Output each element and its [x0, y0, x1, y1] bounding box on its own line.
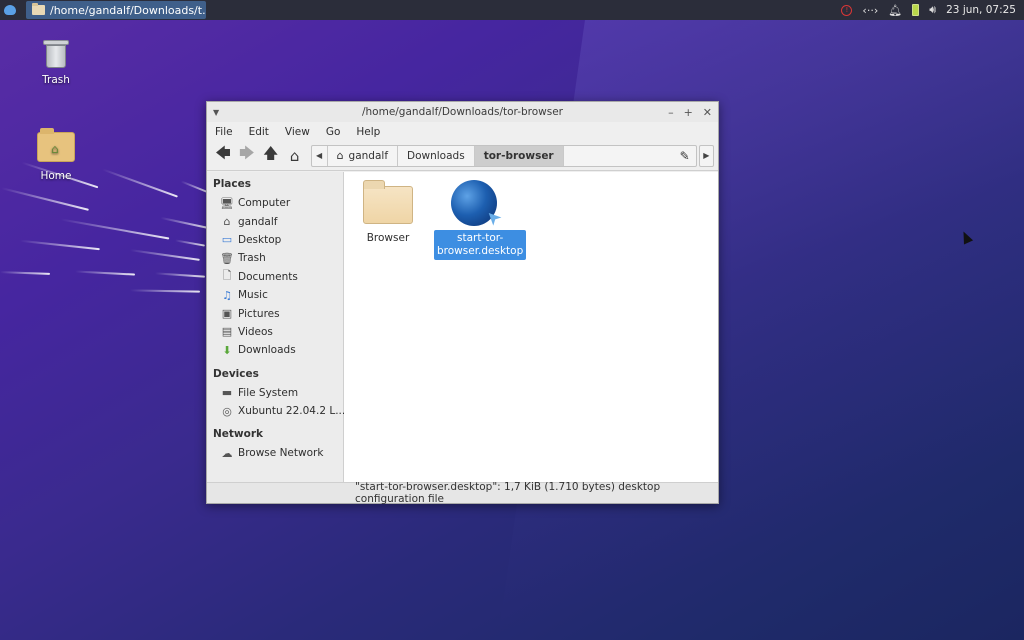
sidebar-item-label: gandalf: [238, 215, 278, 228]
sidebar-item-documents[interactable]: 🗋 Documents: [207, 268, 343, 286]
home-icon: ⌂: [336, 149, 344, 162]
sidebar-item-label: Computer: [238, 197, 291, 210]
sidebar-item-browse-network[interactable]: ☁ Browse Network: [207, 444, 343, 462]
trash-icon: 🗑︎: [220, 251, 234, 265]
file-name: Browser: [366, 232, 410, 244]
sidebar-item-desktop[interactable]: ▭ Desktop: [207, 231, 343, 249]
menu-edit[interactable]: Edit: [249, 126, 269, 138]
sidebar-heading-places: Places: [213, 178, 251, 190]
window-title: /home/gandalf/Downloads/tor-browser: [361, 106, 564, 118]
xfce-mouse-icon: [4, 5, 16, 15]
folder-icon: [363, 180, 413, 224]
window-titlebar[interactable]: ▼ /home/gandalf/Downloads/tor-browser – …: [207, 102, 718, 122]
file-view[interactable]: Browser start-tor- browser.desktop: [344, 172, 718, 484]
notification-bell-icon[interactable]: 🔔︎: [888, 4, 902, 17]
desktop-icon-label: Trash: [42, 74, 70, 86]
forward-arrow-icon[interactable]: 🡆: [235, 144, 259, 168]
music-icon: ♫: [222, 288, 232, 302]
taskbar-window-button[interactable]: /home/gandalf/Downloads/t...: [26, 1, 206, 19]
sidebar-item-pictures[interactable]: ▣ Pictures: [207, 304, 343, 322]
menu-go[interactable]: Go: [326, 126, 341, 138]
taskbar-window-title: /home/gandalf/Downloads/t...: [50, 3, 206, 17]
network-icon: ☁: [221, 446, 233, 460]
edit-location-pencil-icon[interactable]: ✎: [674, 146, 696, 166]
sidebar-item-label: Videos: [238, 325, 273, 338]
menubar: File Edit View Go Help: [207, 122, 718, 141]
top-panel: /home/gandalf/Downloads/t... ! ‹··› 🔔︎ 🔊…: [0, 0, 1024, 20]
computer-icon: 🖥︎: [220, 196, 234, 210]
sidebar-item-label: Pictures: [238, 307, 280, 320]
trash-icon: [43, 40, 69, 68]
maximize-icon[interactable]: +: [684, 106, 693, 119]
breadcrumb-label: Downloads: [407, 149, 465, 162]
sidebar-item-label: Documents: [238, 270, 298, 283]
file-item-start-tor-browser[interactable]: start-tor- browser.desktop: [434, 180, 527, 260]
menu-view[interactable]: View: [285, 126, 310, 138]
sidebar-item-label: Xubuntu 22.04.2 L...: [238, 405, 346, 418]
sidebar-heading-devices: Devices: [213, 367, 259, 380]
menu-file[interactable]: File: [215, 126, 233, 138]
sidebar-item-label: Desktop: [238, 233, 282, 246]
sidebar-item-gandalf[interactable]: ⌂ gandalf: [207, 212, 343, 230]
desktop-icon-home[interactable]: ⌂ Home: [21, 128, 91, 182]
sidebar-item-label: Downloads: [238, 344, 296, 357]
home-icon: ⌂: [223, 215, 231, 229]
sidebar-item-computer[interactable]: 🖥︎ Computer: [207, 194, 343, 212]
drive-icon: ▬: [221, 386, 233, 400]
pictures-icon: ▣: [221, 307, 233, 321]
sidebar-item-videos[interactable]: ▤ Videos: [207, 323, 343, 341]
window-menu-icon[interactable]: ▼: [213, 108, 227, 117]
sidebar-item-label: Trash: [238, 252, 266, 265]
breadcrumb-scroll-left-icon[interactable]: ◀: [312, 145, 328, 166]
battery-icon[interactable]: [912, 4, 920, 16]
videos-icon: ▤: [221, 325, 233, 339]
network-icon[interactable]: ‹··›: [862, 4, 878, 17]
menu-help[interactable]: Help: [356, 126, 380, 138]
disc-icon: ◎: [222, 404, 232, 418]
home-icon[interactable]: ⌂: [283, 144, 307, 168]
tor-globe-icon: [451, 180, 497, 226]
breadcrumb-label: gandalf: [348, 149, 389, 162]
toolbar: 🡄 🡆 🡅 ⌂ ◀ ⌂ gandalf Downloads tor-browse…: [207, 141, 718, 171]
status-bar: "start-tor-browser.desktop": 1,7 KiB (1.…: [207, 481, 718, 505]
file-name: start-tor- browser.desktop: [434, 230, 527, 260]
update-alert-icon[interactable]: !: [841, 4, 853, 16]
sidebar-item-label: File System: [238, 386, 299, 399]
breadcrumb-label: tor-browser: [483, 149, 554, 162]
sidebar-item-xubuntu-disc[interactable]: ◎Xubuntu 22.04.2 L...⏏: [207, 402, 358, 420]
close-icon[interactable]: ✕: [703, 106, 712, 119]
breadcrumb-downloads[interactable]: Downloads: [398, 145, 475, 166]
back-arrow-icon[interactable]: 🡄: [211, 144, 235, 168]
system-tray: ! ‹··› 🔔︎ 🔊︎ 23 jun, 07:25: [841, 3, 1024, 17]
breadcrumb: ◀ ⌂ gandalf Downloads tor-browser ✎: [310, 144, 697, 167]
sidebar-item-music[interactable]: ♫ Music: [207, 286, 343, 304]
file-item-browser[interactable]: Browser: [348, 180, 428, 244]
desktop-icon-label: Home: [40, 170, 72, 182]
folder-icon: [32, 3, 45, 15]
volume-icon[interactable]: 🔊︎: [929, 3, 936, 17]
desktop-icon: ▭: [221, 233, 233, 247]
file-manager-window: ▼ /home/gandalf/Downloads/tor-browser – …: [206, 101, 719, 505]
sidebar: Places 🖥︎ Computer ⌂ gandalf ▭ Desktop 🗑︎ Tr…: [207, 172, 358, 484]
clock[interactable]: 23 jun, 07:25: [946, 4, 1016, 16]
documents-icon: 🗋: [222, 269, 232, 283]
breadcrumb-tor-browser[interactable]: tor-browser: [474, 145, 564, 166]
applications-menu-button[interactable]: [0, 0, 20, 20]
sidebar-item-file-system[interactable]: ▬ File System: [207, 384, 343, 402]
sidebar-heading-network: Network: [213, 428, 264, 441]
sidebar-item-trash[interactable]: 🗑︎ Trash: [207, 249, 343, 267]
sidebar-item-label: Browse Network: [238, 447, 324, 460]
downloads-icon: ⬇: [222, 343, 232, 357]
minimize-icon[interactable]: –: [668, 106, 674, 119]
breadcrumb-gandalf[interactable]: ⌂ gandalf: [328, 145, 399, 166]
up-arrow-icon[interactable]: 🡅: [259, 144, 283, 168]
status-text: "start-tor-browser.desktop": 1,7 KiB (1.…: [355, 481, 661, 505]
sidebar-item-label: Music: [238, 289, 268, 302]
home-folder-icon: ⌂: [37, 128, 75, 162]
breadcrumb-scroll-right-icon[interactable]: ▶: [698, 144, 715, 167]
desktop-icon-trash[interactable]: Trash: [21, 40, 91, 86]
sidebar-item-downloads[interactable]: ⬇ Downloads: [207, 341, 343, 359]
